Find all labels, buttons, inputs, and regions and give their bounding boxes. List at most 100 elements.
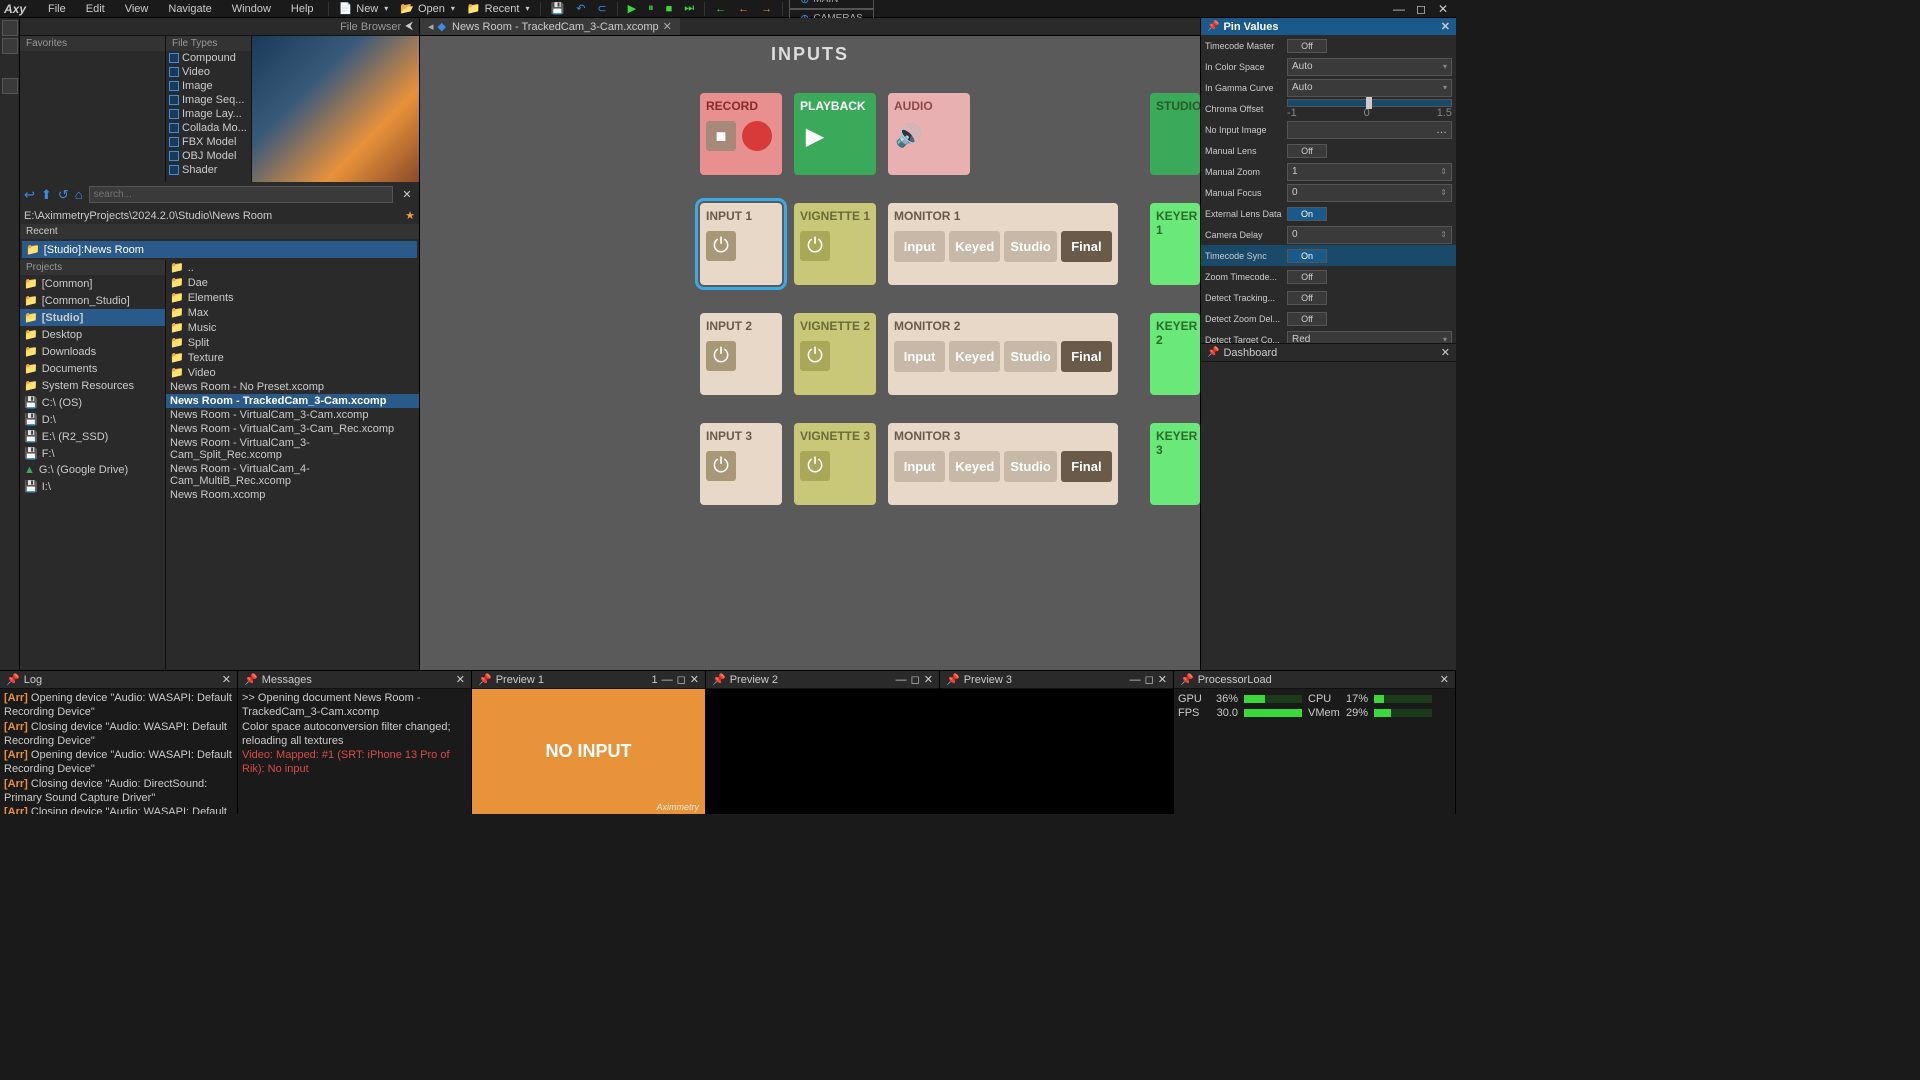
monitor-btn-keyed[interactable]: Keyed <box>949 231 1000 262</box>
recent-item[interactable]: 📁[Studio]:News Room <box>22 241 417 258</box>
toggle[interactable]: Off <box>1287 291 1327 305</box>
collapse-icon[interactable]: ⮜ <box>405 20 413 33</box>
project-item[interactable]: 💾C:\ (OS) <box>20 394 165 411</box>
record-icon[interactable] <box>742 121 772 151</box>
card-vignette[interactable]: VIGNETTE 3⏻ <box>794 423 876 505</box>
card-studio[interactable]: STUDIO <box>1150 93 1200 175</box>
power-icon[interactable]: ⏻ <box>706 451 736 481</box>
audio-icon[interactable]: 🔊 <box>894 121 924 151</box>
project-item[interactable]: 💾F:\ <box>20 445 165 462</box>
project-item[interactable]: 💾I:\ <box>20 478 165 495</box>
power-icon[interactable]: ⏻ <box>706 231 736 261</box>
card-keyer[interactable]: KEYER 1 <box>1150 203 1200 285</box>
file-item[interactable]: 📁Max <box>166 305 419 320</box>
file-item[interactable]: 📁.. <box>166 260 419 275</box>
minimize-icon[interactable]: — <box>1390 2 1408 16</box>
monitor-btn-input[interactable]: Input <box>894 451 945 482</box>
card-vignette[interactable]: VIGNETTE 2⏻ <box>794 313 876 395</box>
toggle[interactable]: Off <box>1287 144 1327 158</box>
project-item[interactable]: 📁[Studio] <box>20 309 165 326</box>
project-item[interactable]: 📁System Resources <box>20 377 165 394</box>
monitor-btn-studio[interactable]: Studio <box>1004 231 1056 262</box>
card-monitor[interactable]: MONITOR 1InputKeyedStudioFinal <box>888 203 1118 285</box>
power-icon[interactable]: ⏻ <box>706 341 736 371</box>
favorite-star-icon[interactable]: ★ <box>405 209 415 222</box>
filetype-item[interactable]: Shader <box>166 163 251 177</box>
panel-close-icon[interactable]: ✕ <box>222 673 231 686</box>
monitor-btn-input[interactable]: Input <box>894 341 945 372</box>
filetype-item[interactable]: Compound <box>166 51 251 65</box>
search-input[interactable] <box>89 186 393 203</box>
filetype-item[interactable]: Video <box>166 65 251 79</box>
card-keyer[interactable]: KEYER 3 <box>1150 423 1200 505</box>
tab-close-icon[interactable]: ✕ <box>663 20 672 33</box>
new-button[interactable]: 📄New <box>333 0 395 17</box>
skip-icon[interactable]: ⏭ <box>678 0 700 17</box>
slider[interactable] <box>1287 99 1452 107</box>
panel-close-icon[interactable]: ✕ <box>924 673 933 686</box>
monitor-btn-keyed[interactable]: Keyed <box>949 451 1000 482</box>
file-item[interactable]: News Room - VirtualCam_3-Cam_Rec.xcomp <box>166 422 419 436</box>
monitor-btn-final[interactable]: Final <box>1061 231 1112 262</box>
filetype-item[interactable]: Image Seq... <box>166 93 251 107</box>
panel-close-icon[interactable]: ✕ <box>1440 673 1449 686</box>
nav-home-icon[interactable]: ⌂ <box>75 187 83 202</box>
filetype-item[interactable]: FBX Model <box>166 135 251 149</box>
number-input[interactable]: 0 <box>1287 226 1452 244</box>
monitor-btn-input[interactable]: Input <box>894 231 945 262</box>
card-input[interactable]: INPUT 1⏻ <box>700 203 782 285</box>
back-icon[interactable]: ← <box>709 1 732 17</box>
file-item[interactable]: 📁Elements <box>166 290 419 305</box>
menu-edit[interactable]: Edit <box>76 1 115 17</box>
dropdown[interactable]: Red <box>1287 331 1452 344</box>
play-icon[interactable]: ▶ <box>800 121 830 151</box>
card-vignette[interactable]: VIGNETTE 1⏻ <box>794 203 876 285</box>
power-icon[interactable]: ⏻ <box>800 341 830 371</box>
stop-icon[interactable]: ■ <box>706 121 736 151</box>
card-keyer[interactable]: KEYER 2 <box>1150 313 1200 395</box>
tool-btn[interactable] <box>2 78 18 94</box>
nav-up-icon[interactable]: ⬆ <box>41 187 52 203</box>
menu-file[interactable]: File <box>38 1 76 17</box>
nav-tab-main[interactable]: ⊕MAIN <box>789 0 874 9</box>
card-audio[interactable]: AUDIO🔊 <box>888 93 970 175</box>
save-icon[interactable]: 💾 <box>545 0 571 17</box>
file-item[interactable]: News Room - VirtualCam_4-Cam_MultiB_Rec.… <box>166 462 419 488</box>
filetype-item[interactable]: Image <box>166 79 251 93</box>
menu-navigate[interactable]: Navigate <box>158 1 221 17</box>
power-icon[interactable]: ⏻ <box>800 231 830 261</box>
fwd2-icon[interactable]: → <box>755 1 778 17</box>
text-input[interactable]: … <box>1287 121 1452 139</box>
fwd-icon[interactable]: ← <box>732 1 755 17</box>
file-item[interactable]: 📁Split <box>166 335 419 350</box>
toggle[interactable]: On <box>1287 207 1327 221</box>
redo-icon[interactable]: ⊂ <box>591 0 612 17</box>
filetype-item[interactable]: Collada Mo... <box>166 121 251 135</box>
card-monitor[interactable]: MONITOR 2InputKeyedStudioFinal <box>888 313 1118 395</box>
play-icon[interactable]: ▶ <box>622 0 642 17</box>
tool-btn[interactable] <box>2 20 18 36</box>
filetype-item[interactable]: OBJ Model <box>166 149 251 163</box>
open-button[interactable]: 📂Open <box>394 0 461 17</box>
undo-icon[interactable]: ↶ <box>570 0 591 17</box>
monitor-btn-studio[interactable]: Studio <box>1004 341 1056 372</box>
tab-nav-icon[interactable]: ◂ <box>428 20 434 33</box>
card-record[interactable]: RECORD■ <box>700 93 782 175</box>
project-item[interactable]: 💾D:\ <box>20 411 165 428</box>
search-clear-icon[interactable]: ✕ <box>399 188 415 201</box>
toggle[interactable]: Off <box>1287 312 1327 326</box>
monitor-btn-keyed[interactable]: Keyed <box>949 341 1000 372</box>
panel-close-icon[interactable]: ✕ <box>1158 673 1167 686</box>
stop-icon[interactable]: ■ <box>660 1 679 17</box>
monitor-btn-final[interactable]: Final <box>1061 451 1112 482</box>
tool-btn[interactable] <box>2 38 18 54</box>
project-item[interactable]: 📁[Common] <box>20 275 165 292</box>
file-item[interactable]: 📁Dae <box>166 275 419 290</box>
nav-refresh-icon[interactable]: ↺ <box>58 187 69 203</box>
file-item[interactable]: News Room - TrackedCam_3-Cam.xcomp <box>166 394 419 408</box>
file-item[interactable]: 📁Video <box>166 365 419 380</box>
maximize-icon[interactable]: ◻ <box>1412 2 1430 16</box>
number-input[interactable]: 1 <box>1287 163 1452 181</box>
recent-button[interactable]: 📁Recent <box>461 0 536 17</box>
number-input[interactable]: 0 <box>1287 184 1452 202</box>
